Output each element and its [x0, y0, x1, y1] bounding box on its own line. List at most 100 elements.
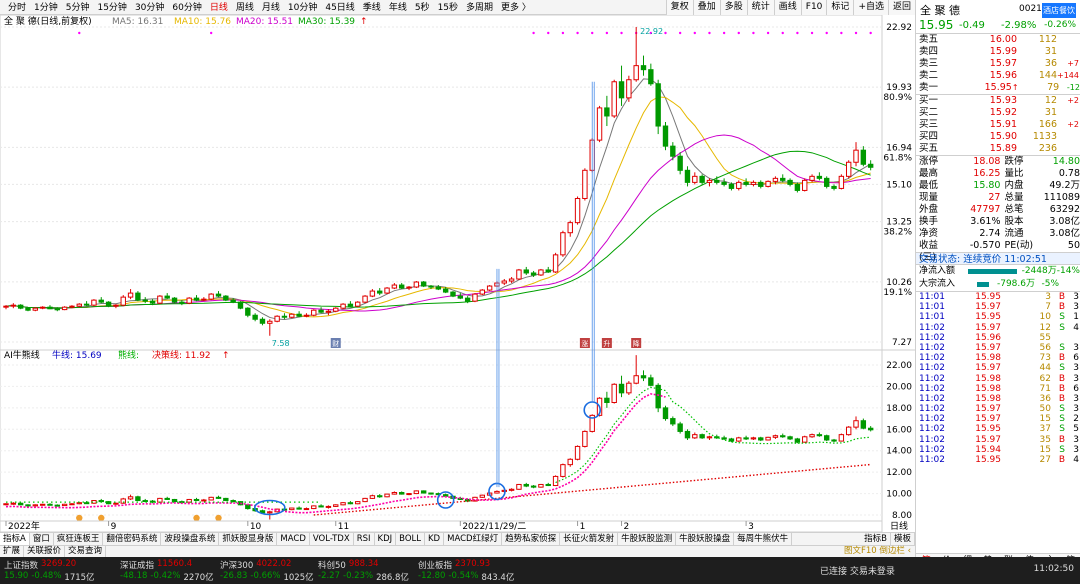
- candle-body[interactable]: [164, 295, 170, 299]
- candle-body[interactable]: [772, 177, 779, 182]
- candle-body[interactable]: [728, 183, 735, 189]
- candle-body[interactable]: [91, 299, 97, 306]
- orderbook-row[interactable]: 卖四 15.99 31: [916, 46, 1080, 58]
- toolbar-button[interactable]: +自选: [853, 0, 888, 15]
- candle-body[interactable]: [626, 79, 632, 99]
- candle-body[interactable]: [867, 163, 874, 168]
- candle-body[interactable]: [464, 297, 471, 302]
- candle-body[interactable]: [32, 307, 39, 311]
- candle-body[interactable]: [479, 289, 486, 295]
- candle-body[interactable]: [596, 107, 603, 141]
- candle-body[interactable]: [340, 303, 346, 309]
- candle-body[interactable]: [325, 310, 332, 313]
- candle-body[interactable]: [838, 175, 845, 189]
- candle-body[interactable]: [794, 183, 801, 191]
- orderbook-row[interactable]: 买四 15.90 1133: [916, 131, 1080, 143]
- indicator-tab[interactable]: MACD: [277, 533, 310, 545]
- candle-body[interactable]: [201, 298, 207, 301]
- extension-tab[interactable]: 扩展: [0, 546, 25, 557]
- tick-list[interactable]: 11:01 15.95 3 B 3 11:01 15.97 7 B 3 11:01 15.95 10 S 1…: [916, 292, 1080, 465]
- period-tab[interactable]: 45日线: [321, 2, 358, 14]
- candle-body[interactable]: [333, 307, 339, 312]
- extension-tab[interactable]: 交易查询: [65, 546, 107, 557]
- candle-body[interactable]: [662, 125, 669, 147]
- orderbook-row[interactable]: 买一 15.93 12 +2: [916, 95, 1080, 107]
- candle-body[interactable]: [714, 179, 720, 183]
- period-tab[interactable]: 年线: [385, 2, 411, 14]
- indicator-tab[interactable]: 指标A: [0, 533, 30, 545]
- indicator-tab[interactable]: 模板: [891, 533, 915, 545]
- candle-body[interactable]: [311, 309, 317, 316]
- candle-body[interactable]: [61, 306, 68, 311]
- candle-body[interactable]: [303, 314, 310, 317]
- candle-body[interactable]: [398, 284, 405, 289]
- candle-body[interactable]: [618, 81, 625, 99]
- candle-body[interactable]: [428, 285, 434, 288]
- candle-body[interactable]: [809, 175, 815, 181]
- candle-body[interactable]: [545, 269, 551, 273]
- candle-body[interactable]: [296, 313, 302, 317]
- period-tab[interactable]: 分时: [4, 2, 30, 14]
- candle-body[interactable]: [105, 301, 112, 307]
- indicator-tab[interactable]: 翻倍密码系统: [103, 533, 162, 545]
- candle-body[interactable]: [76, 303, 82, 307]
- index-quote[interactable]: 上证指数 3269.20: [4, 559, 76, 571]
- candle-body[interactable]: [743, 181, 749, 185]
- candle-body[interactable]: [259, 318, 266, 324]
- period-tab[interactable]: 季线: [359, 2, 385, 14]
- candle-body[interactable]: [530, 272, 537, 276]
- candle-body[interactable]: [347, 303, 354, 307]
- index-quote[interactable]: 科创50 988.34: [318, 559, 379, 571]
- toolbar-button[interactable]: 画线: [773, 0, 801, 15]
- candle-body[interactable]: [252, 314, 258, 320]
- candle-body[interactable]: [377, 290, 383, 294]
- candle-body[interactable]: [692, 175, 698, 183]
- indicator-tab[interactable]: 牛股妖股监测: [618, 533, 677, 545]
- indicator-tab[interactable]: 长征火箭发射: [560, 533, 619, 545]
- candle-body[interactable]: [787, 179, 793, 185]
- candle-body[interactable]: [552, 254, 559, 273]
- period-tab[interactable]: 日线: [206, 2, 232, 14]
- index-quote[interactable]: 深证成指 11560.4: [120, 559, 192, 571]
- candle-body[interactable]: [750, 181, 757, 185]
- candle-body[interactable]: [758, 181, 764, 187]
- period-tab[interactable]: 1分钟: [30, 2, 62, 14]
- candle-body[interactable]: [508, 278, 515, 282]
- candle-body[interactable]: [223, 295, 229, 301]
- indicator-tab[interactable]: 指标B: [861, 533, 891, 545]
- candle-body[interactable]: [267, 320, 273, 324]
- period-tab[interactable]: 5秒: [411, 2, 434, 14]
- candle-body[interactable]: [824, 177, 830, 187]
- candle-body[interactable]: [171, 297, 178, 303]
- candle-body[interactable]: [39, 306, 46, 309]
- candle-body[interactable]: [582, 169, 588, 199]
- candle-body[interactable]: [633, 65, 639, 81]
- indicator-tab[interactable]: BOLL: [396, 533, 425, 545]
- candle-body[interactable]: [560, 232, 566, 256]
- candle-body[interactable]: [420, 281, 427, 287]
- candle-body[interactable]: [501, 280, 507, 284]
- indicator-tab[interactable]: 趋势私家侦探: [502, 533, 561, 545]
- candle-body[interactable]: [98, 299, 104, 303]
- candle-body[interactable]: [120, 296, 126, 306]
- candle-body[interactable]: [391, 284, 398, 289]
- indicator-tab[interactable]: KDJ: [375, 533, 397, 545]
- orderbook-row[interactable]: 卖二 15.96 144 +144: [916, 70, 1080, 82]
- candle-body[interactable]: [450, 291, 456, 297]
- candle-body[interactable]: [3, 305, 9, 308]
- index-quote[interactable]: 沪深300 4022.02: [220, 559, 291, 571]
- candle-body[interactable]: [384, 287, 390, 294]
- candle-body[interactable]: [54, 308, 60, 311]
- industry-badge[interactable]: 酒店餐饮: [1042, 3, 1076, 18]
- candle-body[interactable]: [765, 180, 771, 187]
- candle-body[interactable]: [142, 299, 148, 302]
- candle-body[interactable]: [281, 315, 288, 318]
- candle-body[interactable]: [706, 179, 713, 183]
- indicator-tab[interactable]: 每周牛熊伏牛: [734, 533, 793, 545]
- candle-body[interactable]: [186, 297, 192, 304]
- candle-body[interactable]: [486, 285, 493, 291]
- candle-body[interactable]: [736, 181, 742, 189]
- period-tab[interactable]: 15秒: [434, 2, 462, 14]
- candle-body[interactable]: [574, 197, 581, 224]
- period-tab[interactable]: 60分钟: [168, 2, 205, 14]
